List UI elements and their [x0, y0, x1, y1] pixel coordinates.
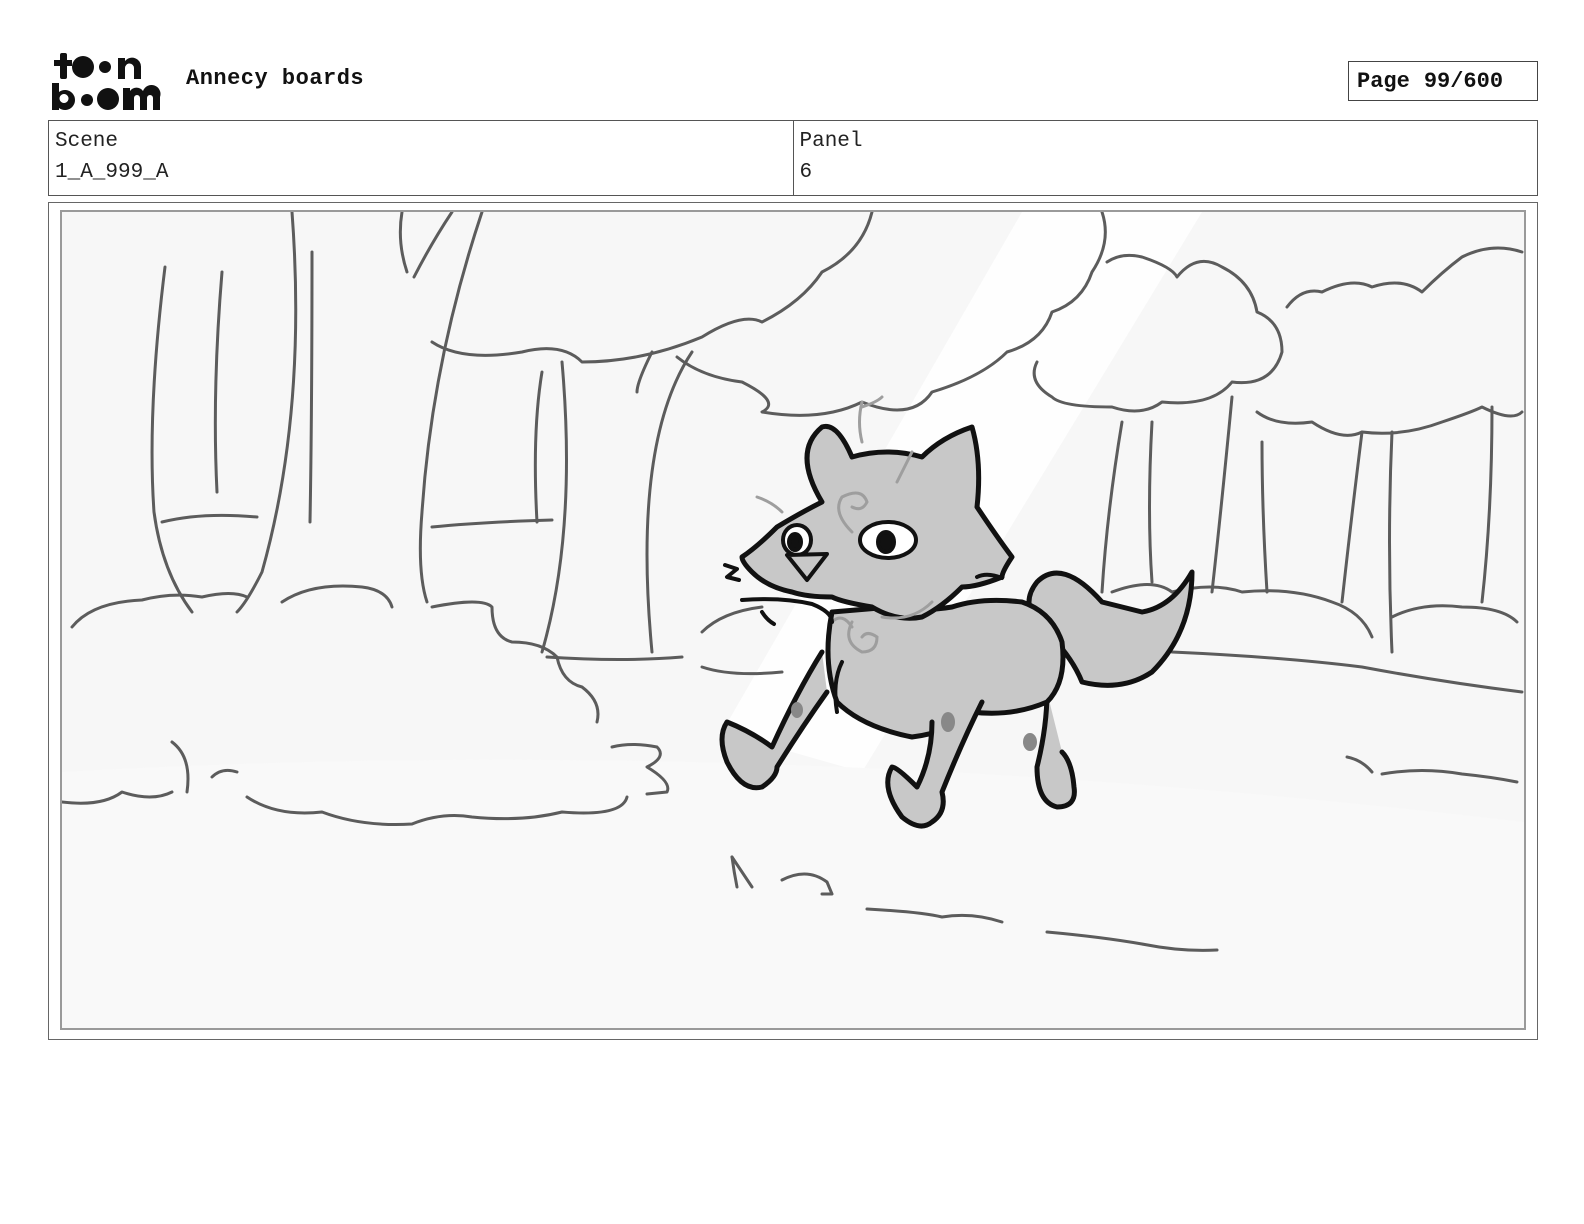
- scene-label: Scene: [55, 130, 119, 153]
- panel-label: Panel: [799, 130, 863, 153]
- toon-boom-logo: [50, 50, 166, 112]
- scene-value: 1_A_999_A: [55, 161, 169, 184]
- page-label: Page: [1357, 68, 1410, 94]
- scene-panel-table: Scene 1_A_999_A Panel 6: [48, 120, 1538, 196]
- toon-boom-logo-mark: [52, 53, 161, 110]
- project-title: Annecy boards: [186, 66, 365, 91]
- scene-cell: Scene 1_A_999_A: [49, 121, 793, 195]
- page-number: 99/600: [1423, 68, 1504, 94]
- storyboard-panel-frame: [48, 202, 1538, 1040]
- panel-cell: Panel 6: [792, 121, 1538, 195]
- storyboard-panel-image: [60, 210, 1526, 1030]
- forest-fox-sketch: [62, 212, 1524, 1028]
- page-indicator: Page 99/600: [1348, 61, 1538, 101]
- panel-value: 6: [799, 161, 813, 184]
